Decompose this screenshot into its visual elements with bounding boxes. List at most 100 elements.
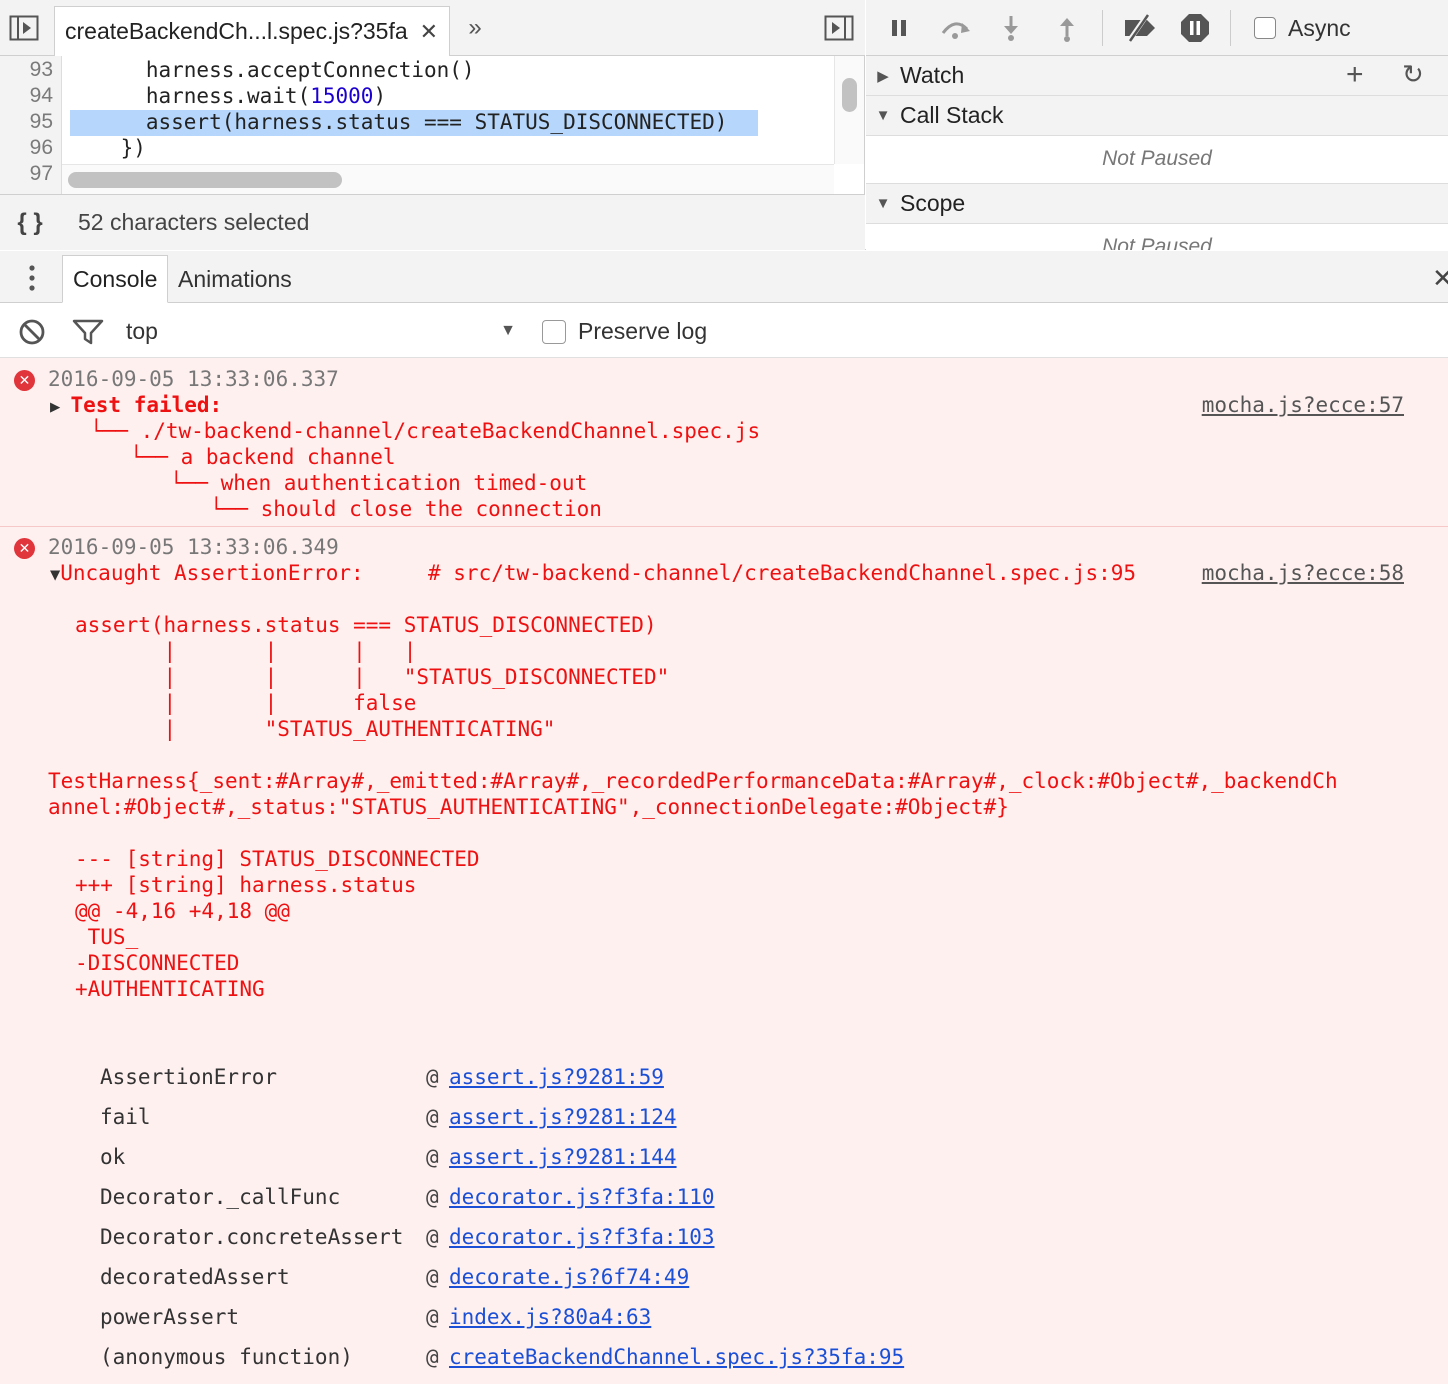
horizontal-scrollbar-thumb[interactable] [68, 172, 342, 188]
code-text: ) [373, 84, 387, 108]
stack-link[interactable]: decorator.js?f3fa:110 [449, 1184, 715, 1210]
stack-function: Decorator._callFunc [100, 1185, 341, 1209]
async-checkbox[interactable] [1254, 17, 1276, 39]
stack-link[interactable]: createBackendChannel.spec.js?35fa:95 [449, 1344, 904, 1370]
toggle-debugger-icon[interactable] [822, 14, 856, 42]
async-label: Async [1288, 15, 1351, 41]
expand-triangle-icon: ▶ [877, 67, 889, 85]
stack-at-sign: @ [426, 1345, 439, 1369]
diff-line: +++ [string] harness.status [75, 873, 417, 897]
add-watch-icon[interactable]: + [1346, 58, 1364, 92]
editor-status-bar: { } 52 characters selected [0, 194, 865, 250]
power-assert-line: | "STATUS_AUTHENTICATING" [75, 717, 556, 741]
scope-label: Scope [900, 190, 966, 216]
power-assert-line: | | | | [75, 639, 417, 663]
power-assert-line: | | false [75, 691, 417, 715]
step-over-icon[interactable] [938, 12, 972, 44]
refresh-icon[interactable]: ↻ [1402, 59, 1424, 90]
stack-function: ok [100, 1145, 126, 1169]
pause-on-exceptions-icon[interactable] [1178, 12, 1212, 44]
code-line: }) [70, 136, 146, 160]
test-tree-line: └── when authentication timed-out [170, 471, 588, 495]
more-tabs-icon[interactable]: » [458, 14, 492, 42]
stack-at-sign: @ [426, 1225, 439, 1249]
message-source-link[interactable]: mocha.js?ecce:57 [1202, 392, 1404, 418]
stack-link[interactable]: index.js?80a4:63 [449, 1304, 651, 1330]
toggle-navigator-icon[interactable] [8, 14, 40, 42]
stack-link[interactable]: assert.js?9281:59 [449, 1064, 664, 1090]
diff-line: +AUTHENTICATING [75, 977, 265, 1001]
expand-triangle-icon: ▶ [50, 397, 71, 417]
context-select[interactable]: top ▼ [112, 314, 522, 348]
pause-icon[interactable] [882, 12, 916, 44]
toolbar-divider [1230, 10, 1231, 46]
diff-line: -DISCONNECTED [75, 951, 240, 975]
code-text: harness.wait( [70, 84, 311, 108]
vertical-scrollbar-thumb[interactable] [842, 78, 857, 112]
message-source-link[interactable]: mocha.js?ecce:58 [1202, 560, 1404, 586]
error-icon: ✕ [14, 370, 35, 391]
filter-icon[interactable] [72, 318, 104, 346]
stack-function: (anonymous function) [100, 1345, 353, 1369]
line-number[interactable]: 96 [30, 135, 53, 161]
pretty-print-icon[interactable]: { } [0, 209, 60, 237]
object-dump-line: TestHarness{_sent:#Array#,_emitted:#Arra… [48, 769, 1338, 793]
stack-link[interactable]: decorate.js?6f74:49 [449, 1264, 689, 1290]
console-messages: ✕ 2016-09-05 13:33:06.337 ▶ Test failed:… [0, 358, 1448, 1384]
call-stack-section-header[interactable]: ▼ Call Stack [866, 96, 1448, 136]
object-dump-line: annel:#Object#,_status:"STATUS_AUTHENTIC… [48, 795, 1009, 819]
step-out-icon[interactable] [1050, 12, 1084, 44]
line-number[interactable]: 93 [30, 57, 53, 83]
close-icon[interactable]: ✕ [1432, 263, 1448, 294]
preserve-log-label: Preserve log [578, 318, 708, 344]
stack-function: Decorator.concreteAssert [100, 1225, 404, 1249]
drawer-tab-bar: Console Animations ✕ [0, 251, 1448, 303]
error-icon: ✕ [14, 538, 35, 559]
tab-animations[interactable]: Animations [168, 255, 302, 303]
diff-line: TUS_ [75, 925, 139, 949]
line-number[interactable]: 94 [30, 83, 53, 109]
message-title: Test failed: [70, 393, 223, 417]
step-into-icon[interactable] [994, 12, 1028, 44]
collapse-triangle-icon: ▼ [50, 565, 61, 585]
devtools-top-panel: createBackendCh...l.spec.js?35fa ✕ » 93 … [0, 0, 1448, 250]
stack-at-sign: @ [426, 1065, 439, 1089]
tab-console[interactable]: Console [62, 255, 169, 303]
stack-link[interactable]: assert.js?9281:124 [449, 1104, 677, 1130]
clear-console-icon[interactable] [18, 318, 46, 346]
message-header[interactable]: ▼Uncaught AssertionError: [50, 560, 364, 588]
editor-file-tab[interactable]: createBackendCh...l.spec.js?35fa ✕ [54, 6, 450, 56]
collapse-triangle-icon: ▼ [875, 107, 891, 124]
stack-link[interactable]: decorator.js?f3fa:103 [449, 1224, 715, 1250]
selection-status: 52 characters selected [78, 209, 310, 235]
message-timestamp: 2016-09-05 13:33:06.349 [48, 535, 339, 559]
debugger-toolbar: Async [866, 0, 1448, 56]
debugger-sidebar: Async ▶ Watch + ↻ ▼ Call Stack Not Pause… [866, 0, 1448, 250]
dropdown-arrow-icon: ▼ [500, 322, 516, 339]
error-location: # src/tw-backend-channel/createBackendCh… [428, 561, 1137, 585]
console-error-message: ✕ 2016-09-05 13:33:06.349 ▼Uncaught Asse… [0, 527, 1448, 1384]
more-options-icon[interactable] [20, 263, 44, 293]
diff-line: @@ -4,16 +4,18 @@ [75, 899, 290, 923]
message-header[interactable]: ▶ Test failed: [50, 392, 222, 420]
stack-at-sign: @ [426, 1185, 439, 1209]
toolbar-divider [1102, 10, 1103, 46]
stack-function: fail [100, 1105, 151, 1129]
stack-link[interactable]: assert.js?9281:144 [449, 1144, 677, 1170]
watch-label: Watch [900, 62, 965, 88]
close-icon[interactable]: ✕ [420, 19, 438, 45]
preserve-log-checkbox[interactable] [542, 320, 566, 344]
line-number[interactable]: 95 [30, 109, 53, 135]
stack-function: AssertionError [100, 1065, 278, 1089]
scope-section-header[interactable]: ▼ Scope [866, 184, 1448, 224]
test-tree-line: └── should close the connection [210, 497, 602, 521]
deactivate-breakpoints-icon[interactable] [1120, 12, 1160, 44]
code-line-selected: assert(harness.status === STATUS_DISCONN… [70, 110, 728, 134]
test-tree-line: └── a backend channel [130, 445, 396, 469]
context-value: top [126, 317, 158, 344]
call-stack-status: Not Paused [866, 136, 1448, 184]
message-timestamp: 2016-09-05 13:33:06.337 [48, 367, 339, 391]
line-number[interactable]: 97 [30, 161, 53, 187]
code-line: harness.acceptConnection() [70, 58, 475, 82]
watch-section-header[interactable]: ▶ Watch + ↻ [866, 56, 1448, 96]
